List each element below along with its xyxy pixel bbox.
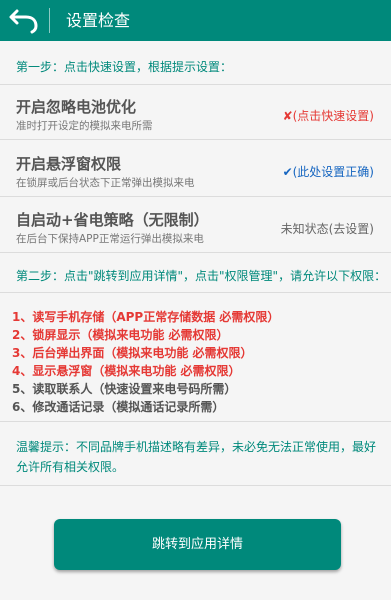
- permission-item: 3、后台弹出界面（模拟来电功能 必需权限）: [12, 346, 253, 360]
- setting-status[interactable]: ✘(点击快速设置): [283, 107, 374, 124]
- step1-label: 第一步：点击快速设置，根据提示设置：: [16, 60, 233, 74]
- page-title: 设置检查: [66, 11, 131, 30]
- status-text: (点击快速设置): [292, 109, 374, 123]
- tip-text: 温馨提示：不同品牌手机描述略有差异，未必免无法正常使用，最好允许所有相关权限。: [16, 440, 377, 474]
- back-button[interactable]: [8, 5, 40, 35]
- permission-item: 6、修改通话记录（模拟通话记录所需）: [12, 400, 225, 414]
- setting-desc: 在锁屏或后台状态下正常弹出模拟来电: [16, 177, 195, 189]
- setting-title: 开启悬浮窗权限: [16, 155, 122, 173]
- step2-label: 第二步：点击"跳转到应用详情"，点击"权限管理"，请允许以下权限：: [16, 269, 387, 283]
- permission-item: 5、读取联系人（快速设置来电号码所需）: [12, 382, 237, 396]
- divider: [0, 84, 391, 85]
- divider: [0, 252, 391, 253]
- divider: [0, 485, 391, 486]
- divider: [0, 421, 391, 422]
- back-arrow-icon: [9, 9, 38, 34]
- status-text: 未知状态(去设置): [280, 222, 374, 236]
- divider: [0, 196, 391, 197]
- setting-status[interactable]: 未知状态(去设置): [281, 220, 374, 237]
- divider: [0, 139, 391, 140]
- app-bar: 设置检查: [0, 0, 391, 41]
- setting-title: 开启忽略电池优化: [16, 98, 137, 116]
- appbar-divider: [49, 8, 50, 33]
- setting-desc: 准时打开设定的模拟来电所需: [16, 120, 153, 132]
- setting-desc: 在后台下保持APP正常运行弹出模拟来电: [16, 233, 204, 245]
- cross-icon: ✘: [282, 109, 293, 123]
- check-icon: ✔: [282, 165, 293, 179]
- permission-item: 1、读写手机存储（APP正常存储数据 必需权限）: [12, 310, 280, 324]
- permission-item: 2、锁屏显示（模拟来电功能 必需权限）: [12, 328, 229, 342]
- go-app-details-button[interactable]: 跳转到应用详情: [54, 519, 341, 570]
- setting-title: 自启动+省电策略（无限制）: [16, 211, 209, 229]
- permission-item: 4、显示悬浮窗（模拟来电功能 必需权限）: [12, 364, 241, 378]
- setting-status[interactable]: ✔(此处设置正确): [283, 163, 374, 180]
- divider: [0, 292, 391, 293]
- status-text: (此处设置正确): [292, 165, 374, 179]
